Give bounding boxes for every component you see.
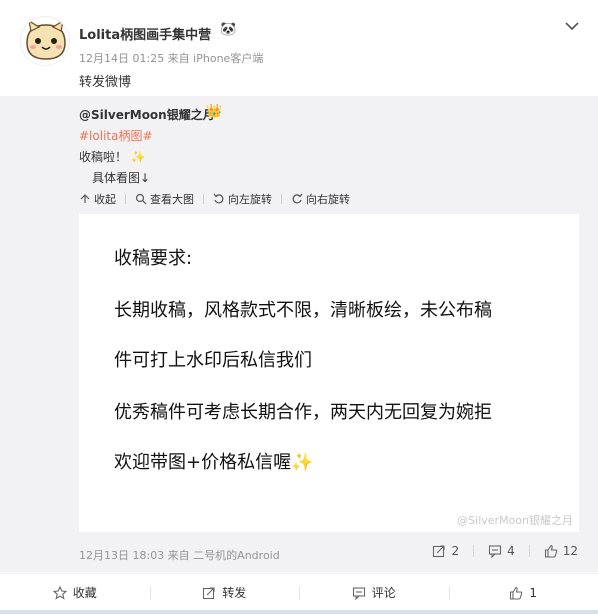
view-large-button[interactable]: 查看大图 — [135, 191, 194, 207]
image-text-line: 优秀稿件可考虑长期合作，两天内无回复为婉拒 — [114, 402, 492, 423]
forward-icon — [203, 586, 215, 599]
rotate-right-icon — [292, 193, 303, 204]
weibo-post: Lolita柄图画手集中营 🐼 12月14日 01:25 来自 iPhone客户… — [0, 0, 598, 614]
crown-icon: 👑 — [206, 104, 223, 119]
repost-line2: 具体看图↓ — [92, 171, 151, 185]
comment-icon — [352, 586, 365, 600]
rotate-right-button[interactable]: 向右旋转 — [291, 191, 350, 207]
forward-icon — [433, 545, 445, 558]
image-text-line: 件可打上水印后私信我们 — [114, 350, 312, 371]
repost-line1-text: 收稿啦！ — [79, 150, 128, 164]
comment-icon — [489, 545, 502, 558]
divider — [528, 545, 530, 557]
avatar[interactable] — [20, 16, 70, 66]
repost-like-count[interactable]: 12 — [544, 544, 578, 558]
topic-tag[interactable]: #lolita柄图# — [79, 127, 153, 144]
like-count: 12 — [562, 544, 578, 558]
arrow-up-icon — [80, 194, 90, 203]
forward-button[interactable]: 转发 — [149, 574, 300, 611]
divider — [281, 194, 282, 204]
thumbs-up-icon — [544, 544, 557, 558]
avatar-cat-icon — [21, 17, 69, 65]
like-count: 1 — [529, 585, 538, 600]
image-text-line: 欢迎带图+价格私信喔✨ — [114, 452, 314, 473]
divider — [125, 194, 126, 204]
rotate-right-label: 向右旋转 — [306, 193, 350, 206]
divider — [0, 610, 598, 614]
post-meta: 12月14日 01:25 来自 iPhone客户端 — [79, 52, 264, 65]
image-text-line: 长期收稿，风格款式不限，清晰板绘，未公布稿 — [114, 300, 492, 321]
sparkle-icon: ✨ — [130, 150, 146, 164]
repost-comment-count[interactable]: 4 — [488, 544, 515, 558]
collapse-label: 收起 — [94, 193, 116, 206]
divider — [473, 545, 475, 557]
repost-author[interactable]: @SilverMoon银耀之月 — [79, 106, 215, 123]
repost-line1: 收稿啦！ ✨ — [79, 148, 146, 165]
post-image[interactable]: 收稿要求: 长期收稿，风格款式不限，清晰板绘，未公布稿 件可打上水印后私信我们 … — [79, 214, 579, 532]
comment-count: 4 — [507, 544, 515, 558]
image-toolbar: 收起 查看大图 向左旋转 向右旋转 — [79, 190, 350, 208]
divider — [203, 194, 204, 204]
forward-label: 转发 — [222, 586, 247, 600]
collapse-button[interactable]: 收起 — [79, 191, 116, 207]
like-button[interactable]: 1 — [448, 574, 598, 611]
post-text: 转发微博 — [79, 75, 132, 90]
repost-block: @SilverMoon银耀之月 👑 #lolita柄图# 收稿啦！ ✨ 具体看图… — [0, 96, 598, 572]
action-bar: 收藏 转发 评论 1 — [0, 573, 598, 611]
user-badge-icon: 🐼 — [220, 22, 237, 37]
image-watermark: @SilverMoon银耀之月 — [457, 514, 573, 527]
star-icon — [52, 585, 67, 600]
repost-forward-count[interactable]: 2 — [432, 544, 459, 558]
forward-count: 2 — [451, 544, 460, 558]
favorite-button[interactable]: 收藏 — [0, 574, 150, 611]
repost-stats: 2 4 12 — [432, 544, 578, 558]
user-name[interactable]: Lolita柄图画手集中营 — [79, 24, 211, 43]
favorite-label: 收藏 — [72, 586, 97, 600]
rotate-left-label: 向左旋转 — [228, 193, 272, 206]
rotate-left-icon — [213, 193, 224, 204]
image-text-line: 收稿要求: — [114, 248, 193, 269]
repost-meta: 12月13日 18:03 来自 二号机的Android — [79, 549, 280, 562]
thumbs-up-icon — [510, 586, 523, 600]
view-large-label: 查看大图 — [150, 193, 194, 206]
rotate-left-button[interactable]: 向左旋转 — [213, 191, 272, 207]
chevron-down-icon[interactable] — [562, 16, 582, 36]
comment-button[interactable]: 评论 — [299, 574, 449, 611]
search-icon — [135, 193, 147, 205]
comment-label: 评论 — [371, 586, 396, 600]
